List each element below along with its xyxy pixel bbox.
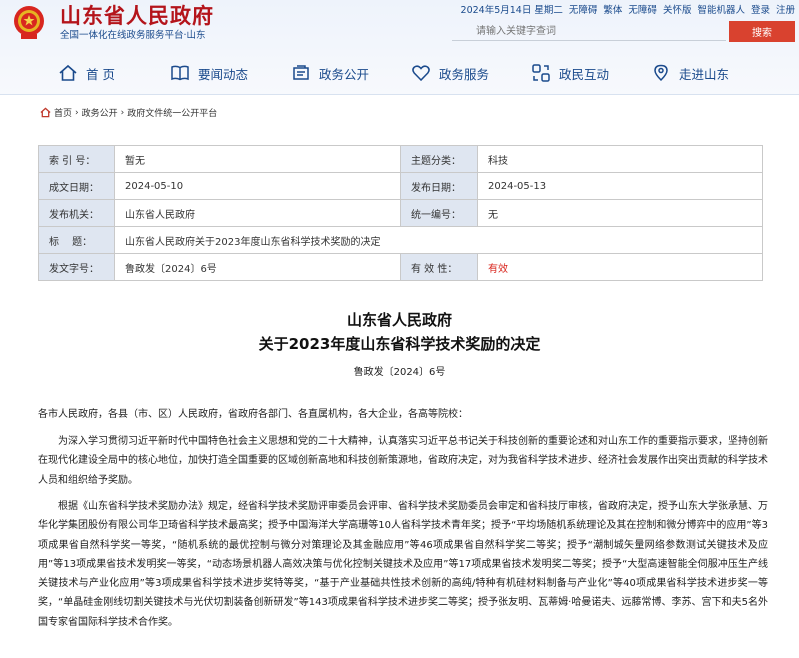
document-meta-table: 索 引 号： 暂无 主题分类： 科技 成文日期： 2024-05-10 发布日期… xyxy=(38,145,763,281)
article-title-line1: 山东省人民政府 xyxy=(346,311,452,329)
doc-number-value: 鲁政发〔2024〕6号 xyxy=(114,253,401,281)
created-date-label: 成文日期： xyxy=(38,172,115,200)
doc-number-label: 发文字号： xyxy=(38,253,115,281)
validity-value: 有效 xyxy=(477,253,763,281)
search-input[interactable] xyxy=(452,23,726,41)
article-title-line2: 关于2023年度山东省科学技术奖励的决定 xyxy=(258,335,541,353)
unified-number-value: 无 xyxy=(477,199,763,227)
map-pin-icon xyxy=(654,64,668,82)
nav-service[interactable]: 政务服务 xyxy=(411,55,489,91)
nav-news-label: 要闻动态 xyxy=(197,66,248,82)
site-header: 山东省人民政府 全国一体化在线政务服务平台·山东 2024年5月14日 星期二 … xyxy=(0,0,799,95)
title-label: 标 题： xyxy=(38,226,115,254)
site-title[interactable]: 山东省人民政府 xyxy=(60,0,214,30)
topic-value: 科技 xyxy=(477,145,763,173)
breadcrumb-separator: › xyxy=(120,107,125,118)
document-icon xyxy=(293,65,309,80)
nav-shandong[interactable]: 走进山东 xyxy=(651,55,729,91)
book-icon xyxy=(171,65,189,81)
breadcrumb-public[interactable]: 政务公开 xyxy=(82,106,118,119)
heart-icon xyxy=(412,65,430,82)
created-date-value: 2024-05-10 xyxy=(114,172,401,200)
article-paragraph: 为深入学习贯彻习近平新时代中国特色社会主义思想和党的二十大精神，认真落实习近平总… xyxy=(38,436,768,486)
validity-label: 有 效 性： xyxy=(400,253,478,281)
top-utility-bar: 2024年5月14日 星期二 无障碍 繁体 无障碍 关怀版 智能机器人 登录 注… xyxy=(461,2,795,16)
published-date-value: 2024-05-13 xyxy=(477,172,763,200)
main-nav: 首 页 要闻动态 政务公开 政务服务 政民互动 走进山东 xyxy=(0,55,799,91)
unified-number-label: 统一编号： xyxy=(400,199,478,227)
agency-value: 山东省人民政府 xyxy=(114,199,401,227)
national-emblem-icon xyxy=(14,6,44,39)
current-date: 2024年5月14日 星期二 xyxy=(460,5,563,16)
barrier-free-link[interactable]: 无障碍 xyxy=(628,2,657,16)
breadcrumb-home[interactable]: 首页 xyxy=(54,106,72,119)
published-date-label: 发布日期： xyxy=(400,172,478,200)
register-link[interactable]: 注册 xyxy=(776,2,795,16)
topic-label: 主题分类： xyxy=(400,145,478,173)
traditional-chinese-link[interactable]: 繁体 xyxy=(603,2,622,16)
nav-news[interactable]: 要闻动态 xyxy=(170,55,248,91)
robot-link[interactable]: 智能机器人 xyxy=(697,2,745,16)
interaction-icon xyxy=(532,64,550,82)
login-link[interactable]: 登录 xyxy=(751,2,770,16)
accessibility-link[interactable]: 无障碍 xyxy=(569,2,598,16)
index-label: 索 引 号： xyxy=(38,145,115,173)
nav-home[interactable]: 首 页 xyxy=(58,55,115,91)
search-button[interactable]: 搜索 xyxy=(729,21,795,42)
agency-label: 发布机关： xyxy=(38,199,115,227)
nav-service-label: 政务服务 xyxy=(439,66,490,82)
nav-public-label: 政务公开 xyxy=(319,66,370,82)
nav-public[interactable]: 政务公开 xyxy=(291,55,369,91)
breadcrumb-separator: › xyxy=(75,107,79,118)
article-paragraph: 根据《山东省科学技术奖励办法》规定，经省科学技术奖励评审委员会评审、省科学技术奖… xyxy=(38,501,768,628)
article-salutation: 各市人民政府，各县（市、区）人民政府，省政府各部门、各直属机构，各大企业，各高等… xyxy=(38,409,468,420)
index-value: 暂无 xyxy=(114,145,401,173)
nav-shandong-label: 走进山东 xyxy=(679,66,730,82)
care-version-link[interactable]: 关怀版 xyxy=(663,2,692,16)
nav-home-label: 首 页 xyxy=(86,66,115,82)
breadcrumb-platform[interactable]: 政府文件统一公开平台 xyxy=(127,106,217,119)
home-icon xyxy=(59,64,77,81)
breadcrumb: 首页 › 政务公开 › 政府文件统一公开平台 xyxy=(40,106,217,119)
title-value: 山东省人民政府关于2023年度山东省科学技术奖励的决定 xyxy=(114,226,763,254)
nav-interaction-label: 政民互动 xyxy=(559,66,610,82)
home-icon xyxy=(40,107,51,118)
article-doc-number: 鲁政发〔2024〕6号 xyxy=(353,367,446,378)
nav-interaction[interactable]: 政民互动 xyxy=(531,55,609,91)
site-subtitle: 全国一体化在线政务服务平台·山东 xyxy=(60,30,206,41)
